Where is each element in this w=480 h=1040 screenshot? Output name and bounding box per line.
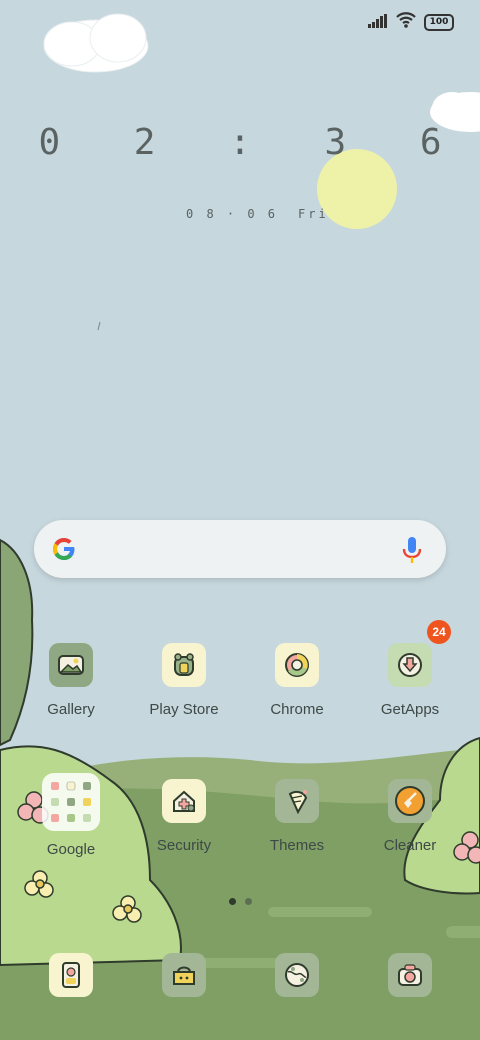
themes-icon: [275, 779, 319, 823]
battery-icon: 100: [424, 13, 454, 31]
app-label: Security: [156, 837, 212, 854]
phone-icon: [49, 953, 93, 997]
play-store-icon: [162, 643, 206, 687]
app-label: Google: [46, 841, 96, 858]
app-label: Themes: [269, 837, 325, 854]
messages-icon: [162, 953, 206, 997]
chrome-icon: [275, 643, 319, 687]
wifi-icon: [396, 12, 416, 32]
browser-icon: [275, 953, 319, 997]
notification-badge: 24: [427, 620, 451, 644]
page-indicator-active[interactable]: [229, 898, 236, 905]
dock-app-messages[interactable]: [128, 953, 240, 997]
cleaner-icon: [388, 779, 432, 823]
app-cleaner[interactable]: Cleaner: [354, 779, 466, 854]
getapps-icon: [388, 643, 432, 687]
gallery-icon: [49, 643, 93, 687]
app-label: Chrome: [270, 701, 324, 718]
google-g-icon: [50, 535, 78, 567]
app-play-store[interactable]: Play Store: [128, 643, 240, 718]
google-search-bar[interactable]: [34, 520, 446, 578]
app-gallery[interactable]: Gallery: [15, 643, 127, 718]
date-text: 0 8 · 0 6: [186, 207, 279, 221]
camera-icon: [388, 953, 432, 997]
status-bar: 100: [368, 10, 454, 34]
app-security[interactable]: Security: [128, 779, 240, 854]
app-chrome[interactable]: Chrome: [241, 643, 353, 718]
security-icon: [162, 779, 206, 823]
signal-bars-icon: [368, 13, 388, 32]
dock-app-browser[interactable]: [241, 953, 353, 997]
app-label: Gallery: [47, 701, 95, 718]
google-folder-icon: [42, 773, 100, 831]
app-themes[interactable]: Themes: [241, 779, 353, 854]
app-label: GetApps: [380, 701, 440, 718]
app-label: Cleaner: [383, 837, 437, 854]
clock-date[interactable]: 0 8 · 0 6 Fri: [186, 207, 341, 221]
app-label: Play Store: [149, 701, 219, 718]
dock-app-phone[interactable]: [15, 953, 127, 997]
weekday-text: Fri: [298, 207, 329, 221]
microphone-icon[interactable]: [400, 535, 424, 569]
clock-time[interactable]: 0 2 : 3 6: [0, 122, 480, 163]
app-getapps[interactable]: GetApps: [354, 643, 466, 718]
dock-app-camera[interactable]: [354, 953, 466, 997]
app-google-folder[interactable]: Google: [15, 773, 127, 858]
page-indicator-inactive[interactable]: [245, 898, 252, 905]
